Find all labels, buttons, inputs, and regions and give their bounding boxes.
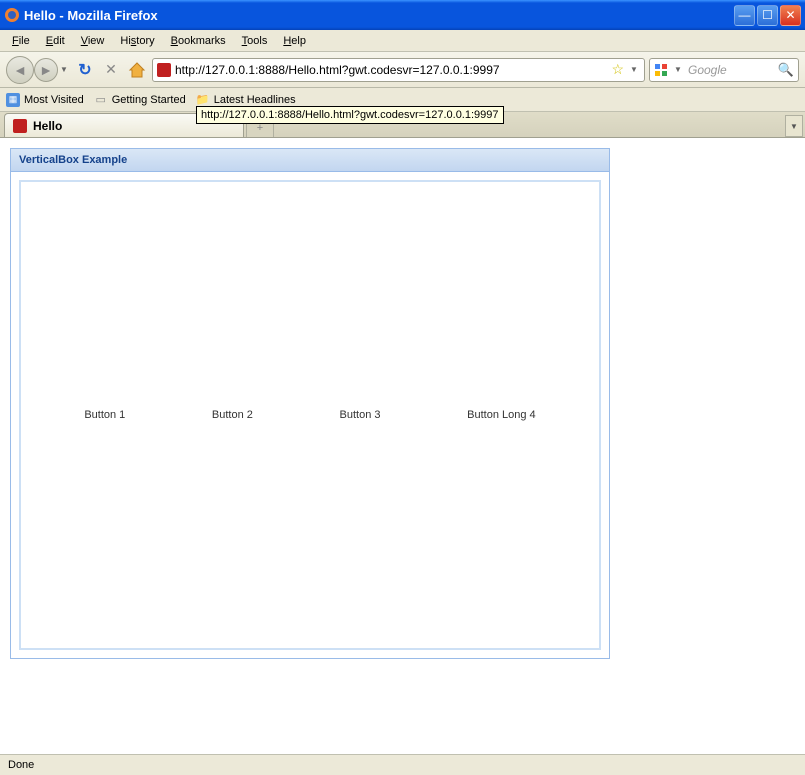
url-dropdown[interactable]: ▼ bbox=[628, 65, 640, 74]
close-button[interactable]: ✕ bbox=[780, 5, 801, 26]
bookmark-most-visited[interactable]: ▦ Most Visited bbox=[6, 93, 84, 107]
page-content: VerticalBox Example Button 1 Button 2 Bu… bbox=[0, 138, 805, 754]
menu-tools[interactable]: Tools bbox=[234, 33, 276, 49]
google-icon bbox=[654, 63, 668, 77]
tab-title: Hello bbox=[33, 119, 62, 133]
menu-view[interactable]: View bbox=[73, 33, 113, 49]
minimize-button[interactable]: — bbox=[734, 5, 755, 26]
bookmark-getting-started[interactable]: ▭ Getting Started bbox=[94, 93, 186, 107]
button-2[interactable]: Button 2 bbox=[212, 409, 253, 421]
button-container: Button 1 Button 2 Button 3 Button Long 4 bbox=[19, 180, 601, 650]
home-button[interactable] bbox=[126, 59, 148, 81]
button-1[interactable]: Button 1 bbox=[84, 409, 125, 421]
panel-header: VerticalBox Example bbox=[11, 149, 609, 172]
most-visited-icon: ▦ bbox=[6, 93, 20, 107]
reload-button[interactable]: ↻ bbox=[74, 59, 96, 81]
panel-body: Button 1 Button 2 Button 3 Button Long 4 bbox=[11, 172, 609, 658]
menu-history[interactable]: History bbox=[112, 33, 162, 49]
verticalbox-panel: VerticalBox Example Button 1 Button 2 Bu… bbox=[10, 148, 610, 659]
back-button[interactable]: ◄ bbox=[6, 56, 34, 84]
menu-edit[interactable]: Edit bbox=[38, 33, 73, 49]
search-box[interactable]: ▼ Google 🔍 bbox=[649, 58, 799, 82]
back-forward-group: ◄ ► ▼ bbox=[6, 56, 70, 84]
menubar: File Edit View History Bookmarks Tools H… bbox=[0, 30, 805, 52]
bookmark-label: Most Visited bbox=[24, 94, 84, 106]
site-favicon bbox=[157, 63, 171, 77]
maximize-button[interactable]: ☐ bbox=[757, 5, 778, 26]
window-title: Hello - Mozilla Firefox bbox=[24, 8, 734, 23]
folder-icon: 📁 bbox=[196, 93, 210, 107]
menu-file[interactable]: File bbox=[4, 33, 38, 49]
url-bar[interactable]: http://127.0.0.1:8888/Hello.html?gwt.cod… bbox=[152, 58, 645, 82]
navigation-toolbar: ◄ ► ▼ ↻ ✕ http://127.0.0.1:8888/Hello.ht… bbox=[0, 52, 805, 88]
window-buttons: — ☐ ✕ bbox=[734, 5, 801, 26]
bookmark-star-icon[interactable]: ☆ bbox=[611, 61, 624, 78]
bookmark-label: Getting Started bbox=[112, 94, 186, 106]
tab-list-dropdown[interactable]: ▼ bbox=[785, 115, 803, 137]
search-engine-dropdown[interactable]: ▼ bbox=[672, 65, 684, 74]
history-dropdown[interactable]: ▼ bbox=[58, 65, 70, 74]
url-tooltip: http://127.0.0.1:8888/Hello.html?gwt.cod… bbox=[196, 106, 504, 124]
menu-bookmarks[interactable]: Bookmarks bbox=[163, 33, 234, 49]
url-input[interactable]: http://127.0.0.1:8888/Hello.html?gwt.cod… bbox=[175, 63, 607, 77]
stop-button[interactable]: ✕ bbox=[100, 59, 122, 81]
bookmark-label: Latest Headlines bbox=[214, 94, 296, 106]
status-bar: Done bbox=[0, 754, 805, 775]
page-icon: ▭ bbox=[94, 93, 108, 107]
button-long-4[interactable]: Button Long 4 bbox=[467, 409, 536, 421]
menu-help[interactable]: Help bbox=[275, 33, 314, 49]
button-3[interactable]: Button 3 bbox=[340, 409, 381, 421]
status-text: Done bbox=[8, 759, 34, 771]
bookmarks-toolbar: ▦ Most Visited ▭ Getting Started 📁 Lates… bbox=[0, 88, 805, 112]
window-titlebar: Hello - Mozilla Firefox — ☐ ✕ bbox=[0, 0, 805, 30]
firefox-icon bbox=[4, 7, 20, 23]
bookmark-latest-headlines[interactable]: 📁 Latest Headlines bbox=[196, 93, 296, 107]
tab-favicon bbox=[13, 119, 27, 133]
search-icon[interactable]: 🔍 bbox=[778, 62, 794, 78]
forward-button[interactable]: ► bbox=[34, 58, 58, 82]
search-input[interactable]: Google bbox=[688, 63, 774, 77]
